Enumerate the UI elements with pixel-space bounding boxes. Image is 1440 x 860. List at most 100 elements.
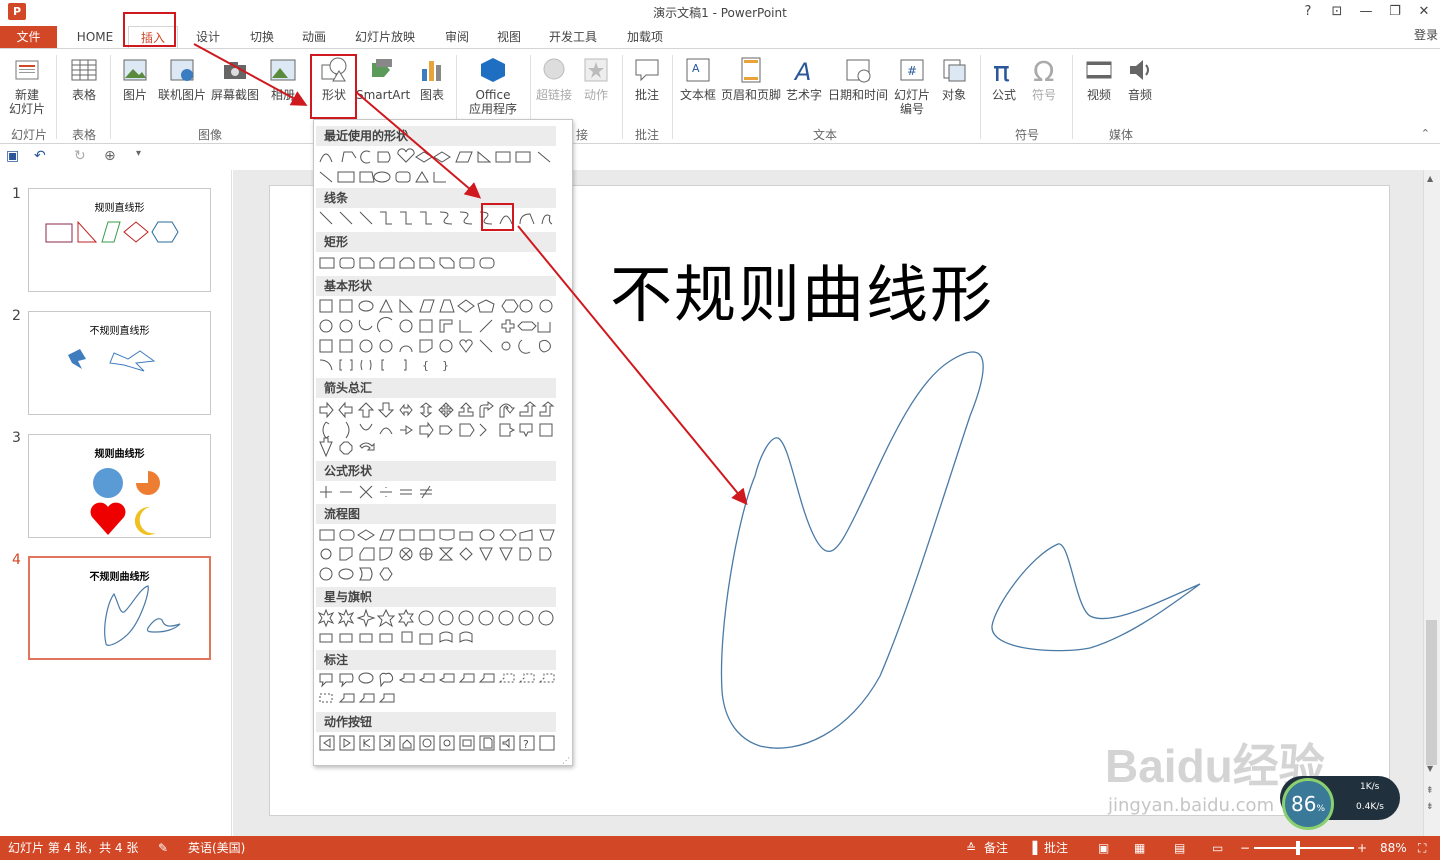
album-button[interactable]: 相册: [266, 55, 300, 102]
lines-shapes-grid[interactable]: [316, 210, 566, 230]
save-icon[interactable]: ▣: [6, 148, 19, 164]
hyperlink-button[interactable]: 超链接: [534, 55, 574, 102]
chart-button[interactable]: 图表: [414, 55, 450, 102]
spell-check-icon[interactable]: ✎: [158, 836, 168, 860]
hyperlink-label: 超链接: [535, 88, 572, 102]
vertical-scrollbar[interactable]: ▲ ▼ ⇞ ⇟: [1423, 170, 1440, 836]
login-link[interactable]: 登录: [1414, 26, 1438, 43]
callout-shapes-grid[interactable]: [316, 670, 566, 710]
comments-icon[interactable]: ▐: [1028, 836, 1037, 860]
scrollbar-thumb[interactable]: [1426, 620, 1437, 765]
stars-shapes-grid[interactable]: [316, 608, 566, 648]
thumbnail-shapes-2: [68, 349, 156, 372]
slide-number-3: 3: [12, 430, 21, 446]
rectangle-shapes-grid[interactable]: [316, 254, 566, 274]
tab-developer[interactable]: 开发工具: [540, 26, 606, 48]
scroll-up-icon[interactable]: ▲: [1427, 174, 1433, 183]
new-slide-button[interactable]: 新建 幻灯片: [4, 55, 50, 116]
action-button[interactable]: 动作: [578, 55, 614, 102]
tab-slideshow[interactable]: 幻灯片放映: [345, 26, 425, 48]
network-speed-widget[interactable]: 86% 1K/s 0.4K/s: [1280, 776, 1400, 830]
tab-design[interactable]: 设计: [186, 26, 230, 48]
download-speed: 0.4K/s: [1356, 802, 1384, 812]
highlight-shapes-button: [310, 54, 357, 119]
tab-home[interactable]: HOME: [68, 26, 122, 48]
textbox-button[interactable]: A 文本框: [678, 55, 718, 102]
status-bar: 幻灯片 第 4 张，共 4 张 ✎ 英语(美国) ≙ 备注 ▐ 批注 ▣ ▦ ▤…: [0, 836, 1440, 860]
flowchart-shapes-grid[interactable]: [316, 524, 566, 584]
online-picture-button[interactable]: 联机图片: [156, 55, 208, 102]
normal-view-icon[interactable]: ▣: [1098, 836, 1109, 860]
object-button[interactable]: 对象: [934, 55, 974, 102]
smartart-button[interactable]: SmartArt: [356, 55, 410, 102]
tab-addins[interactable]: 加载项: [617, 26, 673, 48]
customize-qat-icon[interactable]: ▾: [136, 148, 141, 159]
comment-button[interactable]: 批注: [628, 55, 666, 102]
picture-button[interactable]: 图片: [116, 55, 154, 102]
wordart-button[interactable]: A 艺术字: [784, 55, 824, 102]
slideshow-view-icon[interactable]: ▭: [1212, 836, 1223, 860]
basic-shapes-grid-row4[interactable]: {}: [316, 356, 566, 376]
symbol-button[interactable]: Ω 符号: [1026, 55, 1062, 102]
office-app-button[interactable]: Office 应用程序: [462, 55, 524, 116]
undo-icon[interactable]: ↶: [34, 148, 46, 164]
help-button[interactable]: ?: [1294, 2, 1322, 22]
slide-sorter-icon[interactable]: ▦: [1134, 836, 1145, 860]
redo-icon[interactable]: ↻: [74, 148, 86, 164]
slide-thumbnail-4[interactable]: 不规则曲线形: [28, 556, 211, 660]
previous-slide-icon[interactable]: ⇞: [1426, 786, 1434, 796]
collapse-ribbon-icon[interactable]: ⌃: [1421, 127, 1430, 140]
thumbnail-title-2: 不规则直线形: [89, 326, 150, 337]
notes-button[interactable]: 备注: [984, 836, 1008, 860]
table-button[interactable]: 表格: [64, 55, 104, 102]
maximize-button[interactable]: ❐: [1381, 2, 1409, 22]
slide-thumbnail-1[interactable]: 规则直线形: [28, 188, 211, 292]
zoom-level[interactable]: 88%: [1380, 836, 1407, 860]
tab-review[interactable]: 审阅: [435, 26, 479, 48]
header-footer-button[interactable]: 页眉和页脚: [720, 55, 782, 102]
action-buttons-grid[interactable]: ?: [316, 734, 566, 754]
group-label-links: 接: [575, 128, 588, 142]
ribbon-display-button[interactable]: ⊡: [1323, 2, 1351, 22]
group-label-symbols: 符号: [1014, 128, 1039, 142]
zoom-slider-track[interactable]: [1254, 847, 1354, 849]
fit-slide-icon[interactable]: ⛶: [1418, 836, 1426, 860]
resize-grip-icon[interactable]: ⋰: [562, 756, 570, 765]
zoom-in-icon[interactable]: +: [1357, 836, 1367, 860]
notes-icon[interactable]: ≙: [966, 836, 976, 860]
section-basic-shapes: 基本形状: [316, 276, 556, 296]
audio-button[interactable]: 音频: [1120, 55, 1160, 102]
start-slideshow-icon[interactable]: ⊕: [104, 148, 116, 164]
equation-button[interactable]: π 公式: [986, 55, 1022, 102]
tab-view[interactable]: 视图: [487, 26, 531, 48]
datetime-button[interactable]: 日期和时间: [826, 55, 890, 102]
zoom-slider-thumb[interactable]: [1296, 841, 1300, 855]
comments-button[interactable]: 批注: [1044, 836, 1068, 860]
tab-transitions[interactable]: 切换: [240, 26, 284, 48]
slide-thumbnail-2[interactable]: 不规则直线形: [28, 311, 211, 415]
arrow-shapes-grid[interactable]: [316, 400, 566, 460]
group-separator: [672, 55, 673, 139]
video-button[interactable]: 视频: [1080, 55, 1118, 102]
slide-thumbnail-3[interactable]: 规则曲线形: [28, 434, 211, 538]
screenshot-button[interactable]: 屏幕截图: [210, 55, 260, 102]
language-status[interactable]: 英语(美国): [188, 836, 245, 860]
close-button[interactable]: ✕: [1410, 2, 1438, 22]
svg-text:}: }: [442, 359, 449, 372]
next-slide-icon[interactable]: ⇟: [1426, 802, 1434, 812]
scroll-down-icon[interactable]: ▼: [1427, 764, 1433, 773]
equation-shapes-grid[interactable]: [316, 482, 566, 502]
pi-icon: π: [993, 55, 1010, 85]
textbox-icon: A: [686, 58, 710, 82]
tab-animations[interactable]: 动画: [292, 26, 336, 48]
film-icon: [1086, 61, 1112, 79]
minimize-button[interactable]: —: [1352, 2, 1380, 22]
tab-file[interactable]: 文件: [0, 26, 57, 48]
zoom-out-icon[interactable]: −: [1240, 836, 1250, 860]
highlight-curve-tool: [481, 203, 514, 231]
symbol-label: 符号: [1031, 88, 1056, 102]
reading-view-icon[interactable]: ▤: [1174, 836, 1185, 860]
recent-shapes-grid[interactable]: [316, 148, 566, 188]
slide-number-button[interactable]: # 幻灯片 编号: [892, 55, 932, 116]
thumbnail-curve-4: [104, 585, 181, 646]
